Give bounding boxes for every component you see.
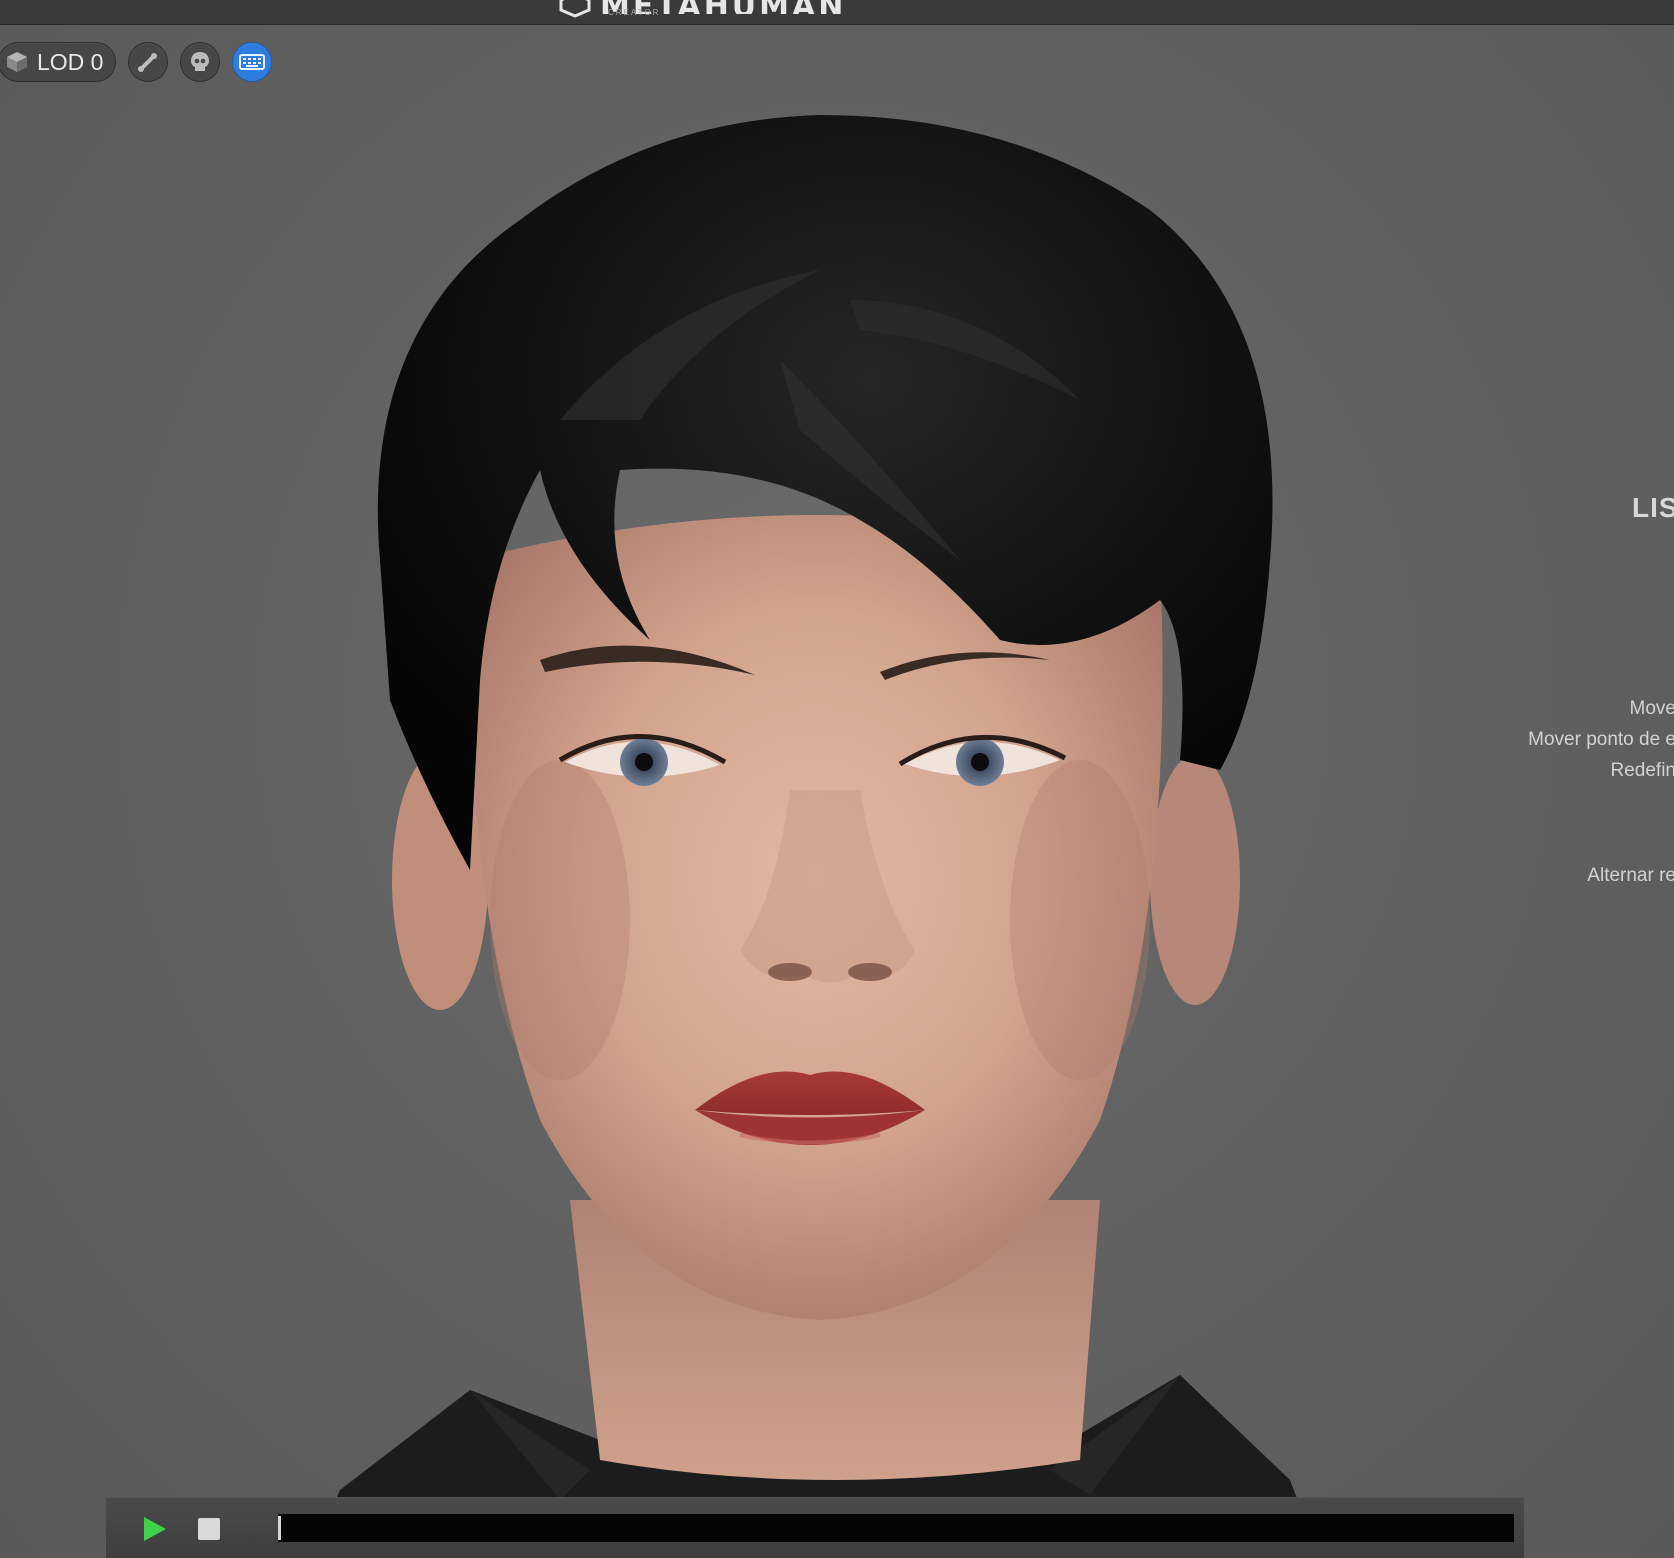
- cube-icon: [5, 50, 29, 74]
- bone-icon: [137, 51, 159, 73]
- timeline-scrubber[interactable]: [278, 1514, 1514, 1542]
- character-viewport[interactable]: [0, 0, 1674, 1558]
- skull-icon: [188, 50, 212, 74]
- title-bar: METAHUMAN CREATOR: [0, 0, 1674, 25]
- play-button[interactable]: [140, 1515, 168, 1543]
- play-icon: [140, 1517, 168, 1547]
- brand-sub: CREATOR: [608, 8, 661, 17]
- stop-button[interactable]: [198, 1518, 220, 1540]
- lod-selector[interactable]: LOD 0: [0, 42, 117, 82]
- shortcut-line: Alternar re: [1587, 865, 1674, 886]
- keyboard-button[interactable]: [232, 42, 273, 82]
- bone-button[interactable]: [128, 42, 169, 82]
- shortcut-line: Move: [1629, 698, 1674, 719]
- shortcut-list-title: LIS: [1632, 492, 1674, 523]
- playback-bar: [106, 1497, 1524, 1558]
- shortcut-line: Mover ponto de e: [1528, 729, 1674, 750]
- shortcut-line: Redefin: [1610, 760, 1674, 781]
- shortcut-list: Move Mover ponto de e Redefin Alternar r…: [1444, 698, 1674, 898]
- lod-label: LOD 0: [37, 48, 104, 75]
- skull-button[interactable]: [180, 42, 221, 82]
- metahuman-logo: METAHUMAN CREATOR: [558, 0, 846, 20]
- metahuman-creator-window: METAHUMAN CREATOR LOD 0: [0, 0, 1674, 1558]
- viewport-toolbar: LOD 0: [0, 42, 273, 82]
- metahuman-logo-icon: [558, 0, 592, 20]
- playhead-handle[interactable]: [278, 1516, 281, 1540]
- keyboard-icon: [239, 53, 266, 71]
